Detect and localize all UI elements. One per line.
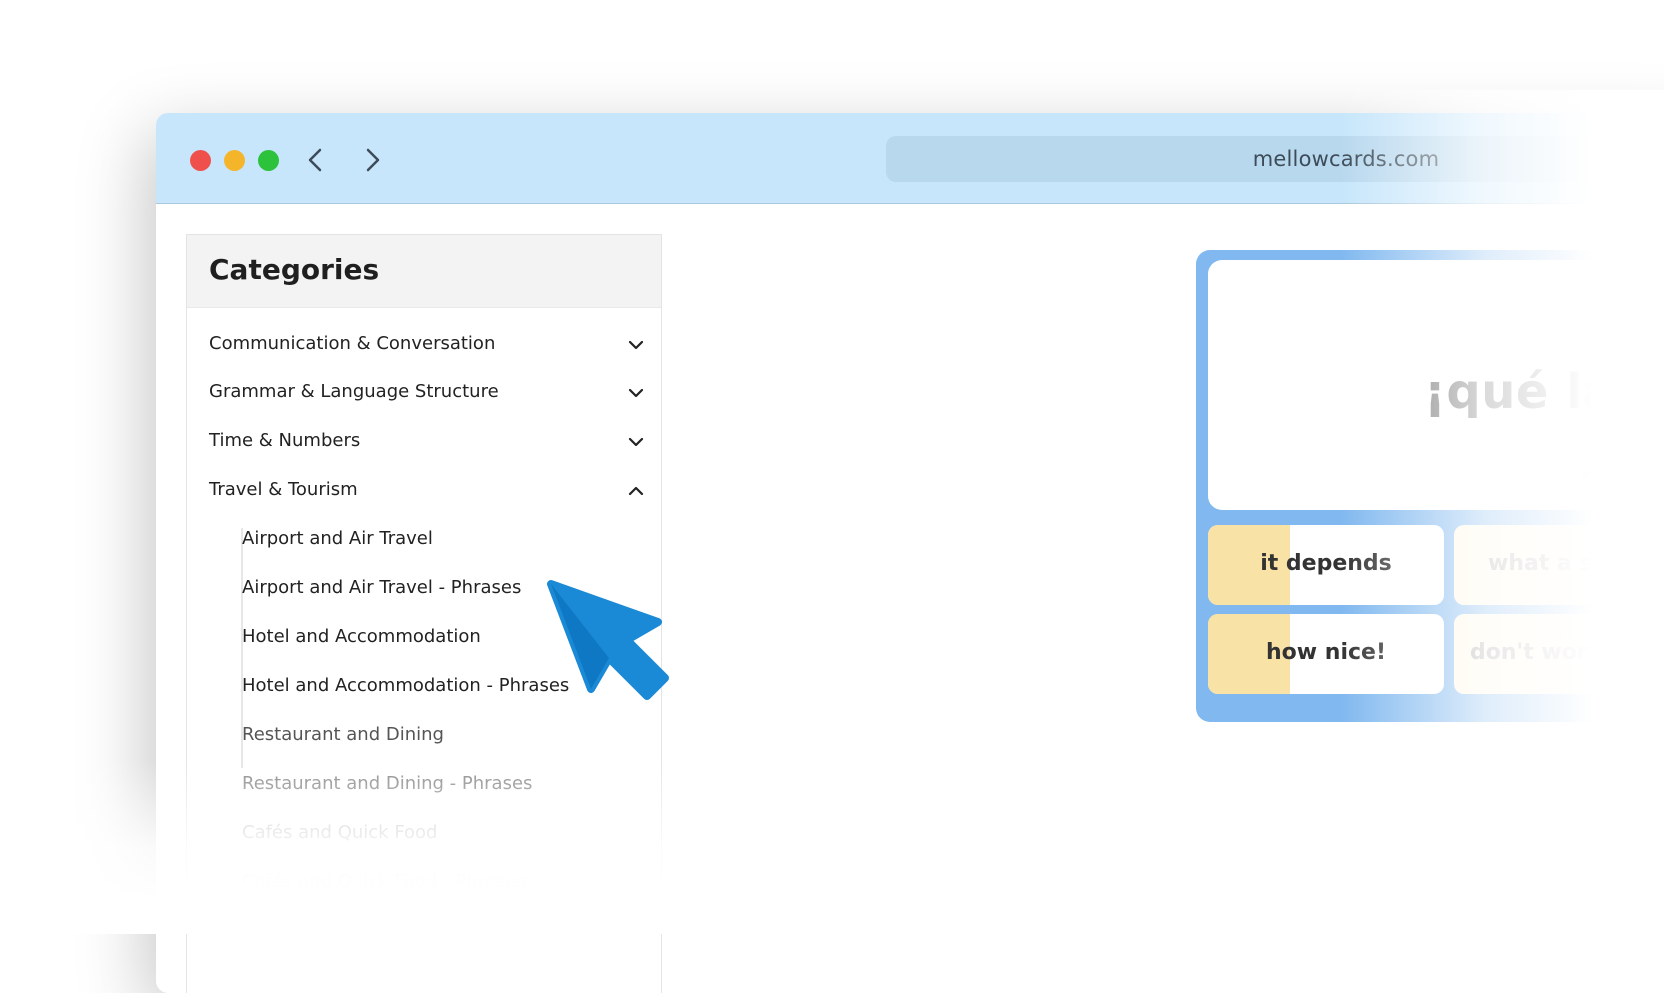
category-grammar[interactable]: Grammar & Language Structure xyxy=(209,374,649,410)
subcategory-cafes-phrases[interactable]: Cafés and Quick Food - Phrases xyxy=(242,871,526,892)
answer-option-2[interactable]: what a s xyxy=(1454,525,1664,605)
subcategory-airport-phrases[interactable]: Airport and Air Travel - Phrases xyxy=(242,577,521,598)
answer-option-3[interactable]: how nice! xyxy=(1208,614,1444,694)
speaker-icon[interactable] xyxy=(1578,460,1604,486)
answer-label: what a s xyxy=(1488,551,1593,576)
url-text: mellowcards.com xyxy=(1252,147,1440,171)
category-travel-tourism[interactable]: Travel & Tourism xyxy=(209,472,649,508)
chevron-down-icon xyxy=(627,433,645,451)
category-label: Time & Numbers xyxy=(209,430,361,451)
category-time-numbers[interactable]: Time & Numbers xyxy=(209,423,649,459)
chevron-down-icon xyxy=(627,384,645,402)
browser-window: mellowcards.com Categories Communication… xyxy=(156,113,1664,993)
sidebar-title: Categories xyxy=(209,253,380,286)
browser-titlebar: mellowcards.com xyxy=(156,113,1664,204)
flashcard-front[interactable]: ¡qué lá xyxy=(1208,260,1664,510)
category-label: Travel & Tourism xyxy=(209,479,358,500)
answer-label: don't wor xyxy=(1470,640,1588,665)
answer-option-4[interactable]: don't wor xyxy=(1454,614,1664,694)
category-label: Communication & Conversation xyxy=(209,333,496,354)
subcategory-hotel-phrases[interactable]: Hotel and Accommodation - Phrases xyxy=(242,675,569,696)
category-label: Grammar & Language Structure xyxy=(209,381,499,402)
mouse-pointer-icon xyxy=(547,580,669,700)
subcategory-cafes[interactable]: Cafés and Quick Food xyxy=(242,822,437,843)
flashcard-panel: ¡qué lá it depends what a s how nice! do… xyxy=(1196,250,1664,722)
address-bar[interactable]: mellowcards.com xyxy=(886,136,1664,182)
close-window-button[interactable] xyxy=(190,150,211,171)
chevron-down-icon xyxy=(627,336,645,354)
answer-label: it depends xyxy=(1260,551,1392,576)
subcategory-hotel[interactable]: Hotel and Accommodation xyxy=(242,626,481,647)
subcategory-airport[interactable]: Airport and Air Travel xyxy=(242,528,433,549)
minimize-window-button[interactable] xyxy=(224,150,245,171)
chevron-up-icon xyxy=(627,482,645,500)
subcategory-restaurant-phrases[interactable]: Restaurant and Dining - Phrases xyxy=(242,773,532,794)
maximize-window-button[interactable] xyxy=(258,150,279,171)
answer-label: how nice! xyxy=(1266,640,1386,665)
back-arrow-icon[interactable] xyxy=(301,145,331,175)
flashcard-prompt: ¡qué lá xyxy=(1424,364,1617,420)
answer-option-1[interactable]: it depends xyxy=(1208,525,1444,605)
subcategory-restaurant[interactable]: Restaurant and Dining xyxy=(242,724,444,745)
sidebar-header: Categories xyxy=(187,235,661,308)
forward-arrow-icon[interactable] xyxy=(357,145,387,175)
category-communication[interactable]: Communication & Conversation xyxy=(209,326,649,362)
